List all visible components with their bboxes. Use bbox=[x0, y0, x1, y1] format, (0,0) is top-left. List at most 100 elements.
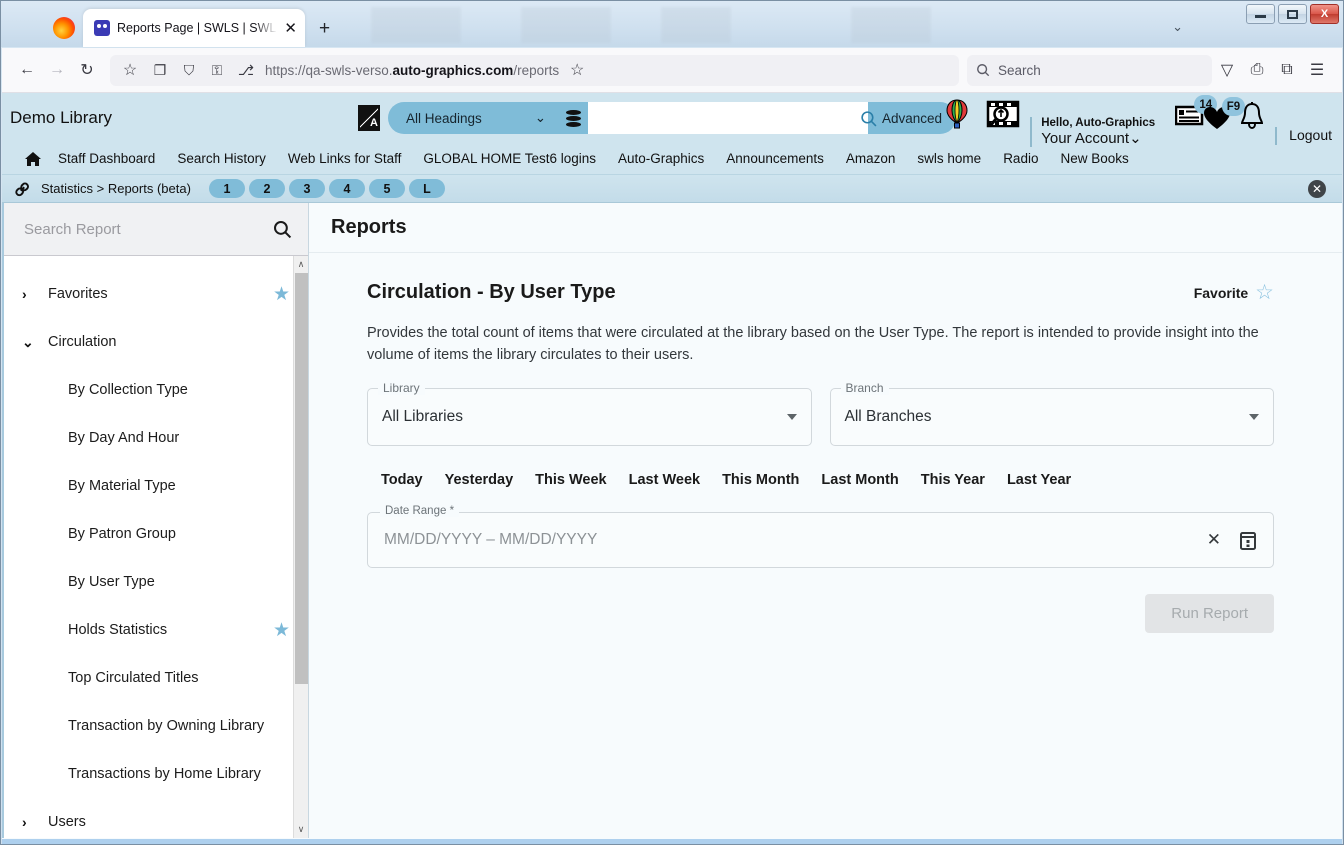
preset-last-week[interactable]: Last Week bbox=[629, 472, 722, 488]
nav-link-web-links-for-staff[interactable]: Web Links for Staff bbox=[288, 151, 402, 166]
library-select[interactable]: Library All Libraries bbox=[367, 381, 812, 447]
chevron-down-icon bbox=[786, 414, 797, 421]
browser-tab[interactable]: Reports Page | SWLS | SWLS | Au ✕ bbox=[83, 9, 305, 47]
tree-item-label: Top Circulated Titles bbox=[68, 670, 199, 686]
tree-item-label: Circulation bbox=[48, 334, 117, 350]
session-pill-5[interactable]: 5 bbox=[368, 179, 405, 198]
tree-item-favorites[interactable]: › Favorites ★ bbox=[4, 270, 308, 318]
hot-air-balloon-icon[interactable] bbox=[946, 99, 968, 131]
shield-icon[interactable]: ⛉ bbox=[179, 55, 199, 85]
saved-list-icon[interactable]: 14 bbox=[1175, 95, 1218, 129]
print-icon[interactable]: ⎙ bbox=[1242, 55, 1272, 85]
alpha-browse-icon[interactable]: A bbox=[358, 105, 380, 131]
film-search-icon[interactable] bbox=[984, 99, 1022, 131]
tree-item-transactions-by-home-library[interactable]: Transactions by Home Library bbox=[4, 750, 308, 798]
search-report-input[interactable] bbox=[22, 219, 273, 239]
favorite-star-icon[interactable]: ★ bbox=[273, 283, 290, 306]
scroll-up-arrow-icon[interactable]: ∧ bbox=[294, 256, 308, 273]
favorite-star-icon[interactable]: ★ bbox=[273, 619, 290, 642]
tree-item-label: By Collection Type bbox=[68, 382, 188, 398]
scrollbar-track[interactable] bbox=[294, 273, 308, 821]
tree-item-by-collection-type[interactable]: By Collection Type bbox=[4, 366, 308, 414]
tree-item-label: Transaction by Owning Library bbox=[68, 718, 265, 734]
url-text: https://qa-swls-verso.auto-graphics.com/… bbox=[265, 63, 559, 78]
sidebar-scrollbar[interactable]: ∧ ∨ bbox=[293, 256, 308, 838]
session-pill-3[interactable]: 3 bbox=[288, 179, 325, 198]
browser-search-bar[interactable]: Search bbox=[967, 54, 1212, 86]
search-icon bbox=[977, 64, 990, 77]
pocket-icon[interactable]: ▽ bbox=[1212, 55, 1242, 85]
tree-item-by-patron-group[interactable]: By Patron Group bbox=[4, 510, 308, 558]
favorite-toggle[interactable]: Favorite ☆ bbox=[1194, 282, 1274, 303]
bookmark-this-page-icon[interactable]: ☆ bbox=[567, 55, 587, 85]
tree-item-holds-statistics[interactable]: Holds Statistics ★ bbox=[4, 606, 308, 654]
branch-select[interactable]: Branch All Branches bbox=[829, 381, 1274, 447]
advanced-search-button[interactable]: Advanced bbox=[868, 102, 957, 134]
date-preset-buttons: Today Yesterday This Week Last Week This… bbox=[367, 472, 1274, 488]
forward-icon[interactable]: → bbox=[42, 55, 72, 85]
maximize-button[interactable] bbox=[1278, 4, 1307, 24]
session-pill-l[interactable]: L bbox=[408, 179, 445, 198]
session-pill-1[interactable]: 1 bbox=[208, 179, 245, 198]
reload-icon[interactable]: ↻ bbox=[72, 55, 102, 85]
close-window-button[interactable]: X bbox=[1310, 4, 1339, 24]
your-account-link[interactable]: Your Account⌄ bbox=[1041, 130, 1155, 147]
close-tab-icon[interactable]: ✕ bbox=[284, 21, 297, 36]
tree-item-by-user-type[interactable]: By User Type bbox=[4, 558, 308, 606]
tree-item-transaction-by-owning-library[interactable]: Transaction by Owning Library bbox=[4, 702, 308, 750]
heart-icon[interactable]: F9 bbox=[1203, 97, 1246, 131]
calendar-icon[interactable] bbox=[1239, 531, 1257, 550]
nav-link-global-home-test6-logins[interactable]: GLOBAL HOME Test6 logins bbox=[423, 151, 596, 166]
report-search-box[interactable] bbox=[4, 203, 308, 256]
run-report-button[interactable]: Run Report bbox=[1145, 594, 1274, 634]
database-select-button[interactable] bbox=[558, 102, 588, 134]
nav-link-search-history[interactable]: Search History bbox=[177, 151, 266, 166]
tree-item-circulation[interactable]: ⌄ Circulation bbox=[4, 318, 308, 366]
report-card: Circulation - By User Type Favorite ☆ Pr… bbox=[309, 253, 1342, 634]
logout-link[interactable]: Logout bbox=[1289, 127, 1332, 143]
scroll-down-arrow-icon[interactable]: ∨ bbox=[294, 821, 308, 838]
page-title: Reports bbox=[331, 216, 407, 238]
new-tab-button[interactable]: + bbox=[319, 19, 330, 38]
list-all-tabs-icon[interactable]: ⌄ bbox=[1172, 19, 1183, 35]
close-icon[interactable]: ✕ bbox=[1308, 180, 1326, 198]
site-permissions-icon[interactable]: ⎇ bbox=[235, 55, 257, 85]
nav-link-amazon[interactable]: Amazon bbox=[846, 151, 896, 166]
session-pill-4[interactable]: 4 bbox=[328, 179, 365, 198]
catalog-search-input[interactable] bbox=[588, 102, 888, 134]
heading-select[interactable]: All Headings ⌄ bbox=[388, 102, 558, 134]
breadcrumb-text[interactable]: Statistics > Reports (beta) bbox=[41, 181, 191, 196]
app-menu-icon[interactable]: ☰ bbox=[1302, 55, 1332, 85]
clear-date-icon[interactable]: ✕ bbox=[1207, 530, 1221, 550]
tree-item-top-circulated-titles[interactable]: Top Circulated Titles bbox=[4, 654, 308, 702]
preset-today[interactable]: Today bbox=[367, 472, 445, 488]
nav-link-staff-dashboard[interactable]: Staff Dashboard bbox=[58, 151, 155, 166]
scrollbar-thumb[interactable] bbox=[295, 273, 308, 684]
bell-icon[interactable] bbox=[1239, 102, 1265, 130]
session-pill-2[interactable]: 2 bbox=[248, 179, 285, 198]
preset-this-week[interactable]: This Week bbox=[535, 472, 628, 488]
preset-this-year[interactable]: This Year bbox=[921, 472, 1007, 488]
back-icon[interactable]: ← bbox=[12, 55, 42, 85]
minimize-button[interactable] bbox=[1246, 4, 1275, 24]
lock-icon[interactable]: ⚿ bbox=[207, 55, 227, 85]
breadcrumb-bar: Statistics > Reports (beta) 1 2 3 4 5 L … bbox=[2, 175, 1342, 203]
preset-yesterday[interactable]: Yesterday bbox=[445, 472, 536, 488]
preset-last-month[interactable]: Last Month bbox=[821, 472, 920, 488]
search-icon[interactable] bbox=[273, 220, 292, 239]
tree-item-users[interactable]: › Users bbox=[4, 798, 308, 838]
preset-this-month[interactable]: This Month bbox=[722, 472, 821, 488]
tree-item-label: By Day And Hour bbox=[68, 430, 180, 446]
nav-link-auto-graphics[interactable]: Auto-Graphics bbox=[618, 151, 704, 166]
extensions-icon[interactable]: ⧉ bbox=[1272, 55, 1302, 85]
tree-item-by-material-type[interactable]: By Material Type bbox=[4, 462, 308, 510]
nav-link-announcements[interactable]: Announcements bbox=[726, 151, 824, 166]
favorite-star-outline-icon[interactable]: ☆ bbox=[1255, 282, 1274, 303]
preset-last-year[interactable]: Last Year bbox=[1007, 472, 1093, 488]
home-icon[interactable] bbox=[24, 151, 42, 167]
tree-item-by-day-and-hour[interactable]: By Day And Hour bbox=[4, 414, 308, 462]
bookmark-star-icon[interactable]: ☆ bbox=[119, 55, 141, 85]
date-range-field[interactable]: Date Range * MM/DD/YYYY – MM/DD/YYYY ✕ bbox=[367, 505, 1274, 569]
address-bar[interactable]: ☆ ❐ ⛉ ⚿ ⎇ https://qa-swls-verso.auto-gra… bbox=[110, 54, 959, 86]
save-to-pocket-icon[interactable]: ❐ bbox=[149, 55, 171, 85]
